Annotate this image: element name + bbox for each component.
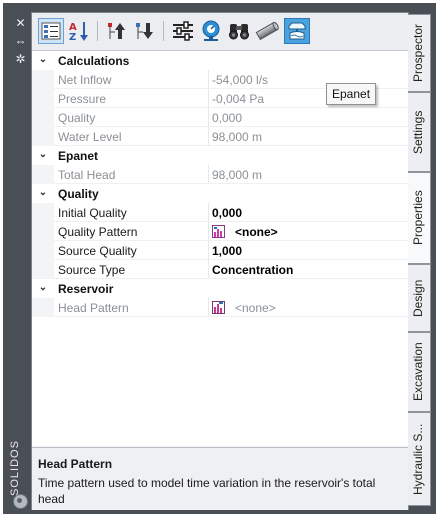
category-label: Epanet xyxy=(58,149,99,163)
palette-title-strip: ✕ ⇔ ✲ SOLIDOS xyxy=(8,13,32,511)
property-name: Source Type xyxy=(58,263,126,277)
property-row: Quality 0,000 xyxy=(32,108,408,127)
property-value[interactable]: Concentration xyxy=(212,263,402,277)
property-name: Pressure xyxy=(58,92,107,106)
property-value: 0,000 xyxy=(212,111,243,125)
tab-properties[interactable]: Properties xyxy=(408,172,431,264)
tab-label: Hydraulic S... xyxy=(411,423,425,495)
tab-label: Prospector xyxy=(411,23,425,83)
pattern-icon xyxy=(212,225,225,238)
collapse-icon[interactable]: ⌄ xyxy=(38,187,48,199)
property-value-text: <none> xyxy=(235,301,276,315)
category-label: Reservoir xyxy=(58,282,114,296)
settings-button[interactable] xyxy=(170,18,196,44)
category-quality[interactable]: ⌄ Quality xyxy=(32,184,408,203)
tab-settings[interactable]: Settings xyxy=(408,92,431,172)
property-value: 98,000 m xyxy=(212,130,263,144)
property-row: Water Level 98,000 m xyxy=(32,127,408,146)
tab-excavation[interactable]: Excavation xyxy=(408,332,431,412)
lookup-button[interactable] xyxy=(198,18,224,44)
pipe-button[interactable] xyxy=(254,18,280,44)
arrow-down-icon xyxy=(136,23,153,39)
gauge-pin-icon xyxy=(202,20,220,41)
description-panel: Head Pattern Time pattern used to model … xyxy=(32,447,408,510)
property-name: Initial Quality xyxy=(58,206,127,220)
tab-hydraulic[interactable]: Hydraulic S... xyxy=(408,412,431,506)
property-value[interactable]: <none> xyxy=(212,301,402,315)
collapse-down-button[interactable] xyxy=(132,18,158,44)
collapse-icon[interactable]: ⌄ xyxy=(38,149,48,161)
collapse-icon[interactable]: ⌄ xyxy=(38,54,48,66)
category-epanet[interactable]: ⌄ Epanet xyxy=(32,146,408,165)
svg-text:Z: Z xyxy=(69,32,76,42)
property-value[interactable]: <none> xyxy=(212,225,402,239)
property-name: Source Quality xyxy=(58,244,137,258)
property-row[interactable]: Source Type Concentration xyxy=(32,260,408,279)
sort-alphabetical-button[interactable]: A Z xyxy=(66,18,92,44)
epanet-icon xyxy=(288,22,306,40)
arrow-up-icon xyxy=(108,23,125,39)
tab-label: Design xyxy=(411,279,425,317)
description-text: Time pattern used to model time variatio… xyxy=(38,476,376,506)
expand-up-button[interactable] xyxy=(104,18,130,44)
property-value[interactable]: 0,000 xyxy=(212,206,402,220)
toolbar-separator xyxy=(97,21,98,41)
property-value: 98,000 m xyxy=(212,168,263,182)
tooltip: Epanet xyxy=(326,83,377,105)
property-row[interactable]: Source Quality 1,000 xyxy=(32,241,408,260)
toolbar: A Z xyxy=(32,13,408,51)
property-name: Quality xyxy=(58,111,96,125)
property-name: Water Level xyxy=(58,130,122,144)
property-value-text: <none> xyxy=(235,225,278,239)
palette-title: SOLIDOS xyxy=(9,440,21,496)
categorized-icon xyxy=(41,22,61,40)
auto-hide-icon[interactable]: ⇔ xyxy=(14,35,27,47)
property-row[interactable]: Quality Pattern <none> xyxy=(32,222,408,241)
tab-design[interactable]: Design xyxy=(408,264,431,332)
property-grid: ⌄ Calculations Net Inflow -54,000 l/s Pr… xyxy=(32,51,408,446)
palette-tabs: Prospector Settings Properties Design Ex… xyxy=(408,12,431,508)
collapse-icon[interactable]: ⌄ xyxy=(38,282,48,294)
description-title: Head Pattern xyxy=(38,457,113,471)
property-name: Head Pattern xyxy=(58,301,129,315)
property-value[interactable]: 1,000 xyxy=(212,244,402,258)
property-row: Total Head 98,000 m xyxy=(32,165,408,184)
property-name: Net Inflow xyxy=(58,73,112,87)
property-row[interactable]: Head Pattern <none> xyxy=(32,298,408,317)
close-icon[interactable]: ✕ xyxy=(14,17,27,29)
category-calculations[interactable]: ⌄ Calculations xyxy=(32,51,408,70)
tab-label: Excavation xyxy=(411,342,425,402)
tab-label: Properties xyxy=(411,190,425,246)
property-row[interactable]: Initial Quality 0,000 xyxy=(32,203,408,222)
properties-palette: A Z ⌄ Calculations Net Inflow -54,000 l/… xyxy=(31,12,409,510)
toolbar-separator xyxy=(163,21,164,41)
gear-icon[interactable] xyxy=(13,494,28,509)
binoculars-icon xyxy=(229,24,249,40)
category-label: Calculations xyxy=(58,54,130,68)
pattern-icon xyxy=(212,301,225,314)
find-button[interactable] xyxy=(226,18,252,44)
property-name: Total Head xyxy=(58,168,116,182)
property-name: Quality Pattern xyxy=(58,225,138,239)
tab-prospector[interactable]: Prospector xyxy=(408,14,431,92)
categorized-button[interactable] xyxy=(38,18,64,44)
tab-label: Settings xyxy=(411,110,425,154)
epanet-button[interactable] xyxy=(284,18,310,44)
category-reservoir[interactable]: ⌄ Reservoir xyxy=(32,279,408,298)
properties-menu-icon[interactable]: ✲ xyxy=(14,53,27,65)
sliders-icon xyxy=(173,21,193,41)
category-label: Quality xyxy=(58,187,99,201)
pipe-icon xyxy=(255,21,279,41)
sort-az-icon: A Z xyxy=(69,22,88,42)
